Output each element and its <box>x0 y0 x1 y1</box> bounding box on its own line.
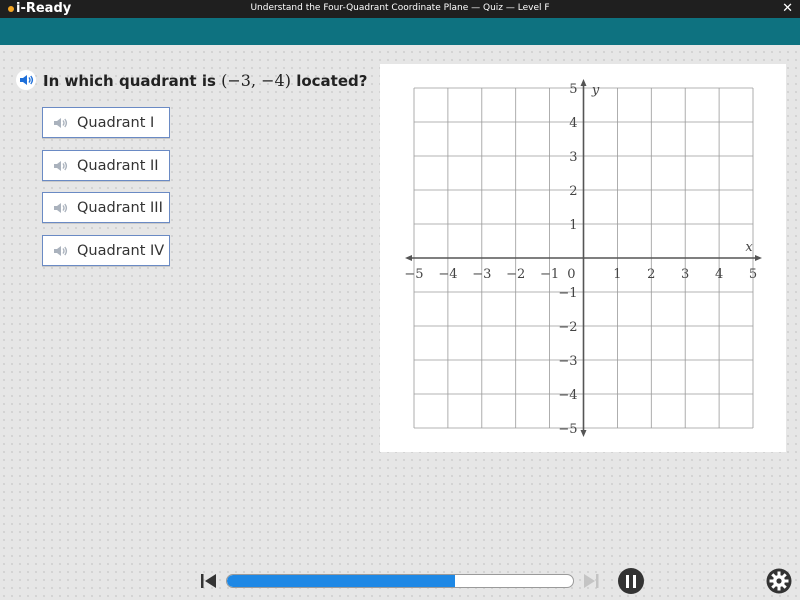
origin-label: 0 <box>567 267 575 282</box>
y-tick-label: 3 <box>569 150 577 165</box>
answer-option-3[interactable]: Quadrant III <box>42 192 170 223</box>
pause-icon-bar-right <box>633 574 636 588</box>
y-tick-label: −5 <box>558 422 577 437</box>
progress-fill <box>227 575 456 587</box>
y-axis-arrow-down <box>580 430 587 437</box>
answer-option-1[interactable]: Quadrant I <box>42 107 170 138</box>
x-axis-arrow-right <box>755 255 762 261</box>
x-tick-label: 5 <box>749 267 757 282</box>
pause-button[interactable] <box>618 568 644 594</box>
question-text: In which quadrant is (−3, −4) located? <box>43 70 368 90</box>
skip-back-icon[interactable] <box>200 573 218 593</box>
skip-forward-icon[interactable] <box>582 573 600 593</box>
y-tick-label: 4 <box>569 116 577 131</box>
x-axis-arrow-left <box>405 255 412 261</box>
close-icon[interactable]: ✕ <box>782 0 793 18</box>
x-tick-label: −3 <box>472 267 491 282</box>
question-speaker-icon[interactable] <box>16 70 36 90</box>
y-tick-label: −1 <box>558 286 577 301</box>
x-tick-label: −1 <box>540 267 559 282</box>
window-title: Understand the Four-Quadrant Coordinate … <box>250 3 550 13</box>
y-tick-label: −2 <box>558 320 577 335</box>
answer-option-2[interactable]: Quadrant II <box>42 150 170 181</box>
answer-label: Quadrant I <box>77 114 155 131</box>
progress-bar <box>226 574 574 588</box>
speaker-icon[interactable] <box>52 244 68 258</box>
y-axis-arrow-up <box>580 79 587 86</box>
x-tick-label: 1 <box>613 267 621 282</box>
x-tick-label: 4 <box>715 267 723 282</box>
answer-option-4[interactable]: Quadrant IV <box>42 235 170 266</box>
x-tick-label: 2 <box>647 267 655 282</box>
y-tick-label: 5 <box>569 82 577 97</box>
x-tick-label: 3 <box>681 267 689 282</box>
coordinate-plane: −5 −4 −3 −2 −1 1 2 3 4 5 5 4 3 2 1 −1 −2 −3 −4 −5 0 x y <box>404 79 762 437</box>
answer-label: Quadrant IV <box>77 242 165 259</box>
answer-label: Quadrant II <box>77 157 159 174</box>
pause-icon-bar-left <box>626 574 629 588</box>
y-tick-label: −3 <box>558 354 577 369</box>
y-tick-label: −4 <box>558 388 577 403</box>
x-tick-label: −2 <box>506 267 525 282</box>
y-tick-label: 1 <box>569 218 577 233</box>
title-bar: i-Ready Understand the Four-Quadrant Coo… <box>0 0 800 18</box>
x-axis-label: x <box>745 240 753 255</box>
x-tick-label: −4 <box>438 267 457 282</box>
speaker-icon[interactable] <box>52 116 68 130</box>
coordinate-plane-panel: −5 −4 −3 −2 −1 1 2 3 4 5 5 4 3 2 1 −1 −2 −3 −4 −5 0 x y <box>380 64 786 452</box>
y-tick-label: 2 <box>569 184 577 199</box>
speaker-icon[interactable] <box>52 201 68 215</box>
x-tick-label: −5 <box>404 267 423 282</box>
speaker-icon[interactable] <box>52 159 68 173</box>
answer-label: Quadrant III <box>77 199 163 216</box>
gear-icon[interactable] <box>766 568 792 598</box>
question: In which quadrant is (−3, −4) located? <box>16 70 367 90</box>
y-axis-label: y <box>591 83 600 98</box>
header-band <box>0 18 800 45</box>
